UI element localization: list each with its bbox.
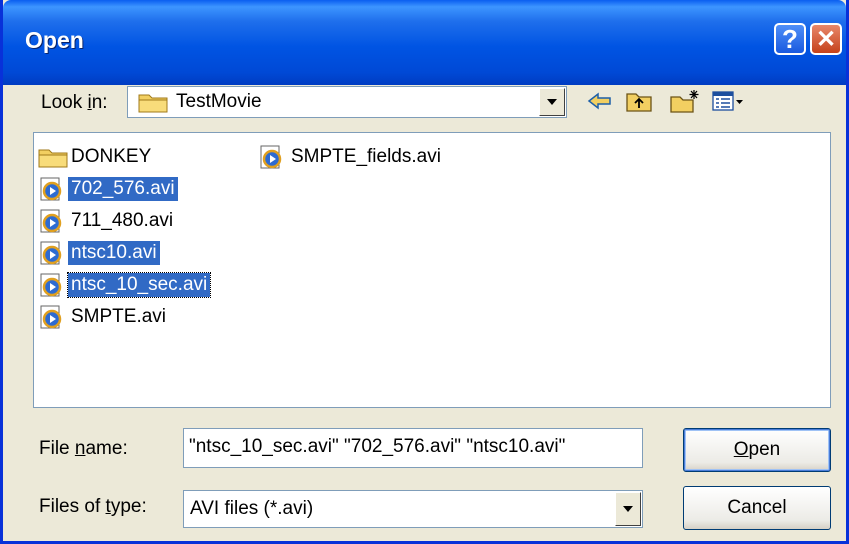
help-button[interactable]: ? bbox=[774, 23, 806, 55]
up-one-level-icon[interactable] bbox=[625, 88, 653, 114]
open-button[interactable]: Open bbox=[683, 428, 831, 472]
file-name-label: DONKEY bbox=[71, 146, 152, 167]
file-name-label: SMPTE_fields.avi bbox=[291, 146, 441, 167]
close-button[interactable]: ✕ bbox=[810, 23, 842, 55]
window-title: Open bbox=[25, 27, 84, 53]
list-item-file[interactable]: SMPTE_fields.avi bbox=[258, 143, 444, 171]
file-type-dropdown[interactable]: AVI files (*.avi) bbox=[183, 490, 643, 528]
folder-icon bbox=[38, 145, 68, 169]
file-name-label: 711_480.avi bbox=[71, 210, 174, 231]
open-dialog: Open ? ✕ Look in: TestMovie DONKEY 702_5… bbox=[0, 0, 849, 544]
media-file-icon bbox=[38, 273, 68, 297]
file-type-value: AVI files (*.avi) bbox=[190, 498, 314, 519]
look-in-label: Look in: bbox=[41, 92, 108, 113]
view-menu-icon[interactable] bbox=[711, 88, 745, 114]
chevron-down-icon bbox=[547, 99, 557, 105]
list-item-folder[interactable]: DONKEY bbox=[38, 143, 154, 171]
file-name-label: 702_576.avi bbox=[68, 177, 178, 201]
media-file-icon bbox=[38, 209, 68, 233]
look-in-dropdown-button[interactable] bbox=[539, 88, 565, 116]
cancel-button[interactable]: Cancel bbox=[683, 486, 831, 530]
list-item-file[interactable]: ntsc_10_sec.avi bbox=[38, 271, 212, 299]
file-name-label: SMPTE.avi bbox=[71, 306, 167, 327]
list-item-file[interactable]: 711_480.avi bbox=[38, 207, 176, 235]
list-item-file[interactable]: SMPTE.avi bbox=[38, 303, 169, 331]
file-type-dropdown-button[interactable] bbox=[615, 492, 641, 526]
media-file-icon bbox=[38, 305, 68, 329]
file-name-input[interactable]: "ntsc_10_sec.avi" "702_576.avi" "ntsc10.… bbox=[183, 428, 643, 468]
file-name-label: ntsc10.avi bbox=[68, 241, 160, 265]
chevron-down-icon bbox=[623, 506, 633, 512]
new-folder-icon[interactable] bbox=[669, 88, 701, 114]
file-type-label: Files of type: bbox=[39, 496, 147, 517]
file-name-label: File name: bbox=[39, 438, 128, 459]
media-file-icon bbox=[258, 145, 288, 169]
list-item-file[interactable]: ntsc10.avi bbox=[38, 239, 160, 267]
file-list[interactable]: DONKEY 702_576.avi 711_480.avi ntsc10.av… bbox=[33, 132, 831, 408]
title-bar[interactable]: Open ? ✕ bbox=[3, 0, 846, 85]
file-name-label: ntsc_10_sec.avi bbox=[66, 272, 212, 298]
back-arrow-icon[interactable] bbox=[587, 88, 613, 114]
media-file-icon bbox=[38, 177, 68, 201]
look-in-dropdown[interactable]: TestMovie bbox=[127, 86, 567, 118]
look-in-value: TestMovie bbox=[176, 91, 262, 112]
media-file-icon bbox=[38, 241, 68, 265]
list-item-file[interactable]: 702_576.avi bbox=[38, 175, 178, 203]
folder-icon bbox=[138, 91, 168, 118]
